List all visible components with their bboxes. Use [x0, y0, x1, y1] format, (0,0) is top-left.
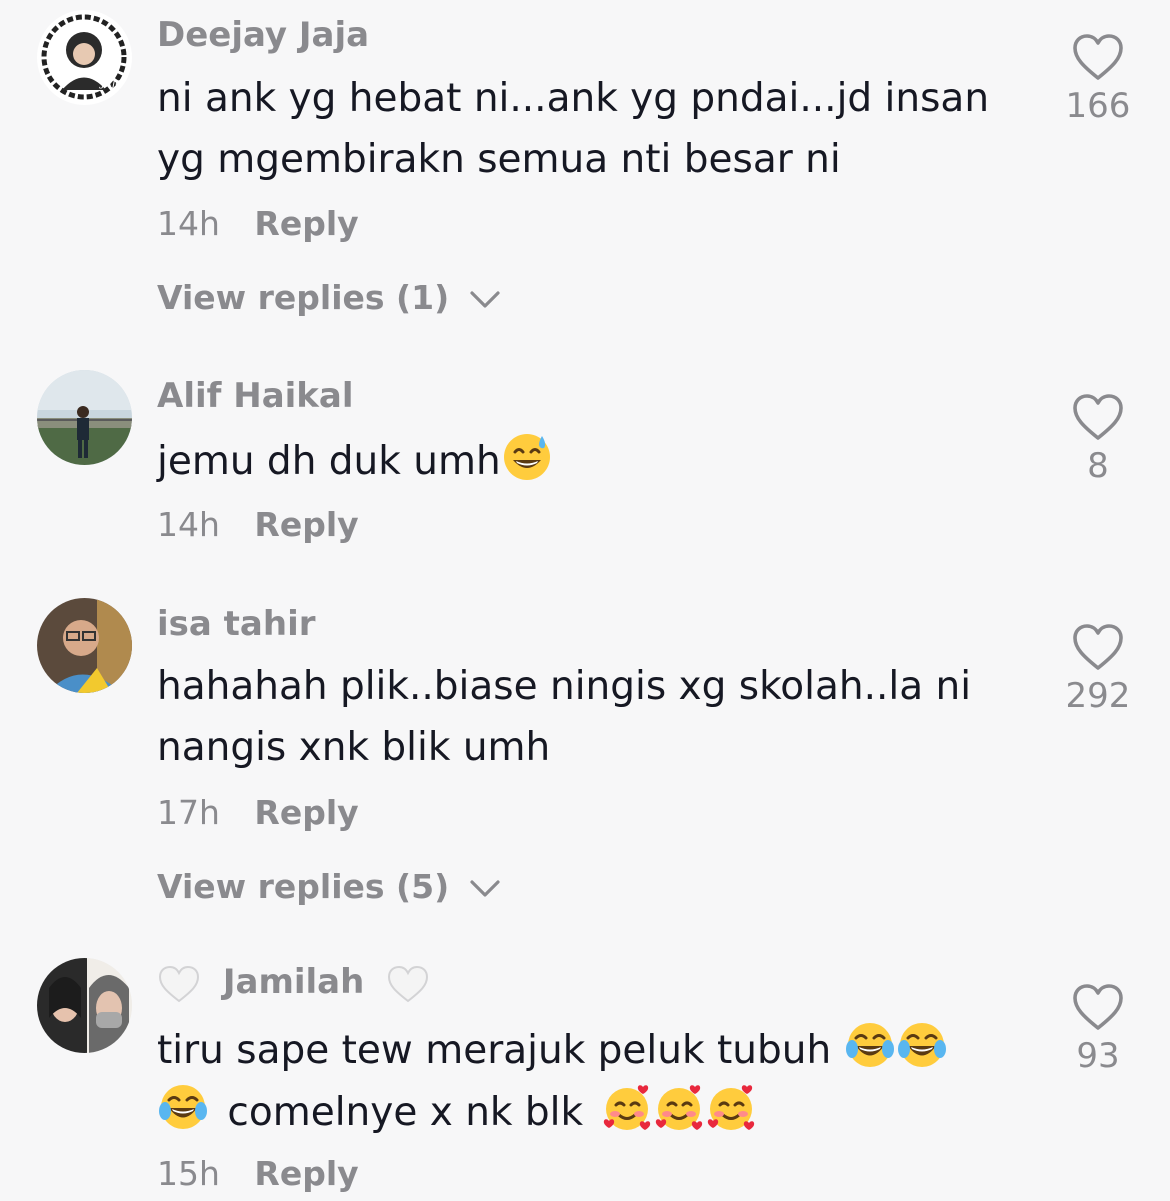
username[interactable]: Deejay Jaja — [157, 15, 369, 55]
heart-icon — [1073, 34, 1123, 80]
avatar[interactable]: Jaja — [37, 10, 132, 105]
view-replies-button[interactable]: View replies (1) — [157, 278, 501, 318]
username[interactable]: isa tahir — [157, 604, 316, 644]
like-button[interactable]: 292 — [1050, 622, 1146, 716]
avatar-image — [37, 370, 132, 465]
chevron-down-icon — [470, 290, 500, 308]
tears-of-joy-emoji — [159, 1085, 207, 1129]
username-label: Jamilah — [222, 962, 365, 1002]
avatar-image: Jaja — [37, 10, 132, 105]
username[interactable]: Jamilah — [157, 962, 430, 1004]
comment-list: Jaja Deejay Jaja ni ank yg hebat ni...an… — [0, 0, 1170, 1201]
avatar[interactable] — [37, 958, 132, 1053]
avatar[interactable] — [37, 370, 132, 465]
comment-meta: 14h Reply — [157, 505, 359, 545]
timestamp: 14h — [157, 505, 220, 544]
smiling-face-with-hearts-emoji — [656, 1085, 703, 1130]
like-count: 166 — [1065, 86, 1131, 126]
comment-text-line: yg mgembirakn semua nti besar ni — [157, 137, 841, 182]
chevron-down-icon — [470, 879, 500, 897]
timestamp: 15h — [157, 1154, 220, 1193]
comment-text-line: nangis xnk blik umh — [157, 725, 551, 770]
like-count: 8 — [1087, 446, 1109, 486]
heart-icon — [1073, 394, 1123, 440]
comment-text-line: tiru sape tew merajuk peluk tubuh — [157, 1019, 1017, 1081]
comment-meta: 14h Reply — [157, 204, 359, 244]
like-count: 292 — [1065, 676, 1131, 716]
like-button[interactable]: 93 — [1050, 982, 1146, 1076]
like-count: 93 — [1076, 1036, 1120, 1076]
comment-text: ni ank yg hebat ni...ank yg pndai...jd i… — [157, 68, 1017, 190]
comment-text: hahahah plik..biase ningis xg skolah..la… — [157, 656, 1017, 778]
comment-text-line: comelnye x nk blk — [157, 1081, 1017, 1143]
heart-icon — [1073, 984, 1123, 1030]
reply-button[interactable]: Reply — [254, 505, 358, 544]
tears-of-joy-emoji — [845, 1023, 894, 1067]
comment-text-segment: comelnye x nk blk — [227, 1090, 584, 1135]
svg-text:Jaja: Jaja — [99, 76, 122, 89]
sweat-smile-emoji — [503, 434, 550, 480]
view-replies-label: View replies (5) — [157, 867, 450, 906]
like-button[interactable]: 8 — [1050, 392, 1146, 486]
avatar[interactable] — [37, 598, 132, 693]
comment-text-line: hahahah plik..biase ningis xg skolah..la… — [157, 664, 972, 709]
comment-text-line: jemu dh duk umh — [157, 439, 501, 484]
comment-meta: 17h Reply — [157, 793, 359, 833]
comment-text: jemu dh duk umh — [157, 430, 1017, 492]
timestamp: 17h — [157, 793, 220, 832]
comment-meta: 15h Reply — [157, 1154, 359, 1194]
tears-of-joy-emoji — [897, 1023, 946, 1067]
white-heart-icon — [388, 965, 429, 1002]
white-heart-icon — [158, 965, 200, 1002]
comment-text: tiru sape tew merajuk peluk tubuh comeln… — [157, 1019, 1017, 1143]
reply-button[interactable]: Reply — [254, 1154, 358, 1193]
reply-button[interactable]: Reply — [254, 793, 358, 832]
like-button[interactable]: 166 — [1050, 32, 1146, 126]
reply-button[interactable]: Reply — [254, 204, 358, 243]
smiling-face-with-hearts-emoji — [708, 1085, 755, 1130]
smiling-face-with-hearts-emoji — [604, 1085, 651, 1130]
timestamp: 14h — [157, 204, 220, 243]
heart-icon — [1073, 624, 1123, 670]
view-replies-button[interactable]: View replies (5) — [157, 867, 501, 907]
comment-text-line: ni ank yg hebat ni...ank yg pndai...jd i… — [157, 76, 990, 121]
comment-text-segment: tiru sape tew merajuk peluk tubuh — [157, 1028, 832, 1073]
view-replies-label: View replies (1) — [157, 278, 450, 317]
avatar-image — [37, 958, 132, 1053]
avatar-image — [37, 598, 132, 693]
username[interactable]: Alif Haikal — [157, 376, 354, 416]
